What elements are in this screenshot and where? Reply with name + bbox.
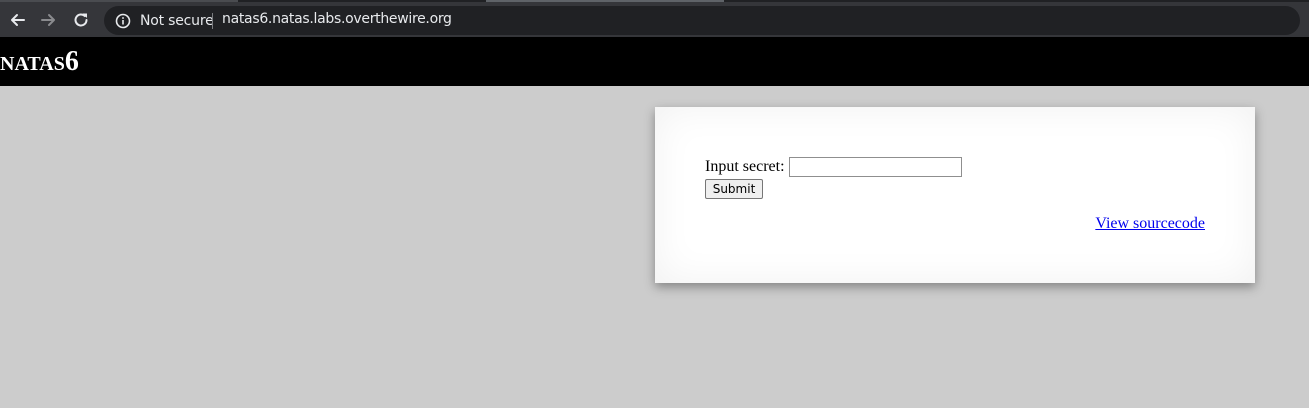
back-arrow-icon [9,12,25,28]
secret-label: Input secret: [705,158,785,175]
content-panel: Input secret: Submit View sourcecode [655,107,1255,283]
browser-toolbar: Not secure natas6.natas.labs.overthewire… [0,2,1309,37]
view-sourcecode-link[interactable]: View sourcecode [1095,215,1205,233]
back-button[interactable] [3,6,31,34]
security-label: Not secure [140,12,214,29]
submit-button[interactable]: Submit [705,179,763,199]
page-title: natas6 [0,46,79,77]
omnibox-divider [212,13,213,29]
secret-form: Input secret: [705,157,962,177]
url-text[interactable]: natas6.natas.labs.overthewire.org [222,11,452,27]
forward-arrow-icon [41,12,57,28]
reload-icon [73,12,89,28]
secret-input[interactable] [788,157,962,177]
page-header: natas6 [0,37,1309,86]
info-icon [114,12,132,30]
forward-button[interactable] [35,6,63,34]
site-info-button[interactable]: Not secure [108,8,214,33]
reload-button[interactable] [67,6,95,34]
address-bar[interactable]: Not secure natas6.natas.labs.overthewire… [104,6,1300,35]
